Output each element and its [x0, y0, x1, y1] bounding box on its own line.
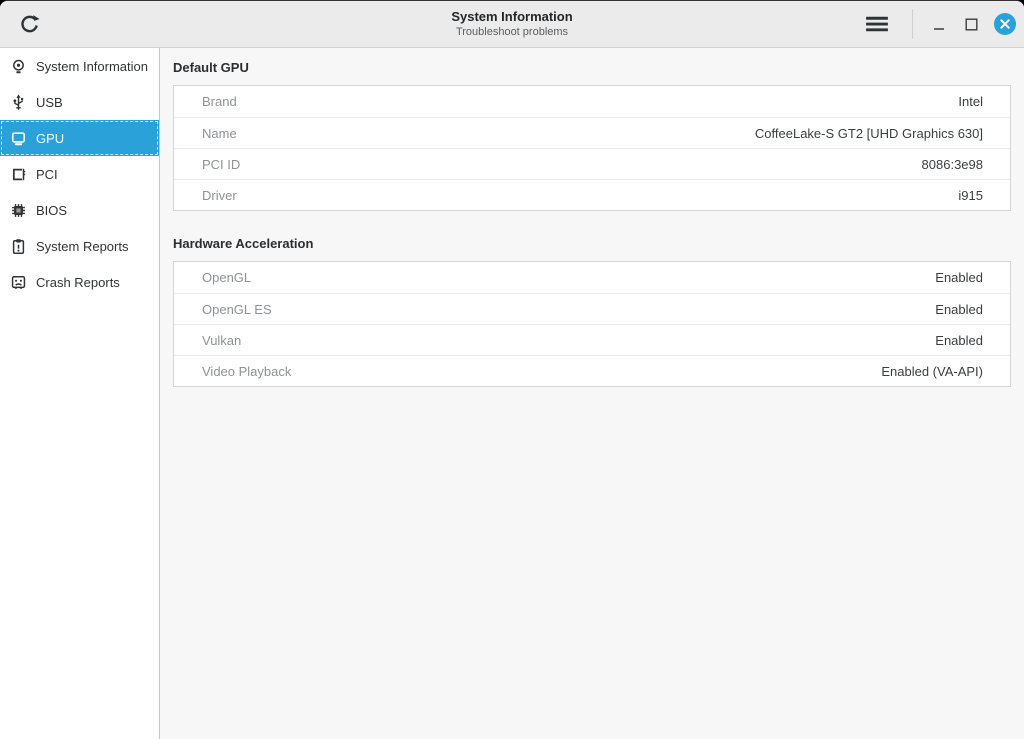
sidebar-item-system-information[interactable]: System Information	[0, 48, 159, 84]
sidebar-item-usb[interactable]: USB	[0, 84, 159, 120]
row-label: Brand	[202, 94, 237, 109]
window-subtitle: Troubleshoot problems	[451, 26, 572, 39]
menu-icon	[865, 14, 889, 34]
table-row: Vulkan Enabled	[174, 324, 1010, 355]
sidebar-item-pci[interactable]: PCI	[0, 156, 159, 192]
expansion-card-icon	[10, 166, 27, 183]
sidebar-item-gpu[interactable]: GPU	[0, 120, 159, 156]
row-value: Intel	[958, 94, 983, 109]
row-label: PCI ID	[202, 157, 240, 172]
row-value: Enabled	[935, 333, 983, 348]
header-separator	[912, 9, 913, 39]
sidebar-item-label: GPU	[36, 131, 64, 146]
sidebar-item-label: BIOS	[36, 203, 67, 218]
chip-icon	[10, 202, 27, 219]
row-label: Driver	[202, 188, 237, 203]
sidebar-item-crash-reports[interactable]: Crash Reports	[0, 264, 159, 300]
sidebar-item-label: Crash Reports	[36, 275, 120, 290]
table-row: Name CoffeeLake-S GT2 [UHD Graphics 630]	[174, 117, 1010, 148]
table-row: Brand Intel	[174, 86, 1010, 117]
row-value: 8086:3e98	[922, 157, 983, 172]
display-icon	[10, 130, 27, 147]
menu-button[interactable]	[862, 9, 892, 39]
row-value: Enabled (VA-API)	[881, 364, 983, 379]
crash-face-icon	[10, 274, 27, 291]
sidebar-item-label: PCI	[36, 167, 58, 182]
table-row: Video Playback Enabled (VA-API)	[174, 355, 1010, 386]
usb-icon	[10, 94, 27, 111]
row-label: OpenGL	[202, 270, 251, 285]
lightbulb-icon	[10, 58, 27, 75]
row-value: Enabled	[935, 302, 983, 317]
close-icon	[994, 13, 1016, 35]
main-content: Default GPU Brand Intel Name CoffeeLake-…	[160, 48, 1024, 739]
table-row: OpenGL ES Enabled	[174, 293, 1010, 324]
app-body: System Information USB GPU PCI BIOS Syst…	[0, 48, 1024, 739]
sidebar-item-system-reports[interactable]: System Reports	[0, 228, 159, 264]
row-label: Vulkan	[202, 333, 241, 348]
maximize-icon	[965, 18, 978, 31]
sidebar-item-label: USB	[36, 95, 63, 110]
row-value: Enabled	[935, 270, 983, 285]
window-title: System Information	[451, 9, 572, 25]
sidebar-item-label: System Information	[36, 59, 148, 74]
info-table: Brand Intel Name CoffeeLake-S GT2 [UHD G…	[173, 85, 1011, 211]
clipboard-report-icon	[10, 238, 27, 255]
app-window: System Information Troubleshoot problems	[0, 0, 1024, 739]
header-controls	[862, 1, 1017, 47]
table-row: OpenGL Enabled	[174, 262, 1010, 293]
info-section: Hardware Acceleration OpenGL Enabled Ope…	[173, 236, 1011, 387]
minimize-icon	[933, 16, 945, 32]
info-section: Default GPU Brand Intel Name CoffeeLake-…	[173, 60, 1011, 211]
close-button[interactable]	[993, 12, 1017, 36]
section-title: Hardware Acceleration	[173, 236, 1011, 251]
refresh-icon	[18, 13, 41, 36]
row-label: Name	[202, 126, 237, 141]
section-title: Default GPU	[173, 60, 1011, 75]
sidebar-item-label: System Reports	[36, 239, 128, 254]
sidebar: System Information USB GPU PCI BIOS Syst…	[0, 48, 160, 739]
row-label: Video Playback	[202, 364, 291, 379]
table-row: Driver i915	[174, 179, 1010, 210]
refresh-button[interactable]	[15, 10, 43, 38]
row-value: CoffeeLake-S GT2 [UHD Graphics 630]	[755, 126, 983, 141]
minimize-button[interactable]	[928, 12, 950, 36]
sidebar-item-bios[interactable]: BIOS	[0, 192, 159, 228]
info-table: OpenGL Enabled OpenGL ES Enabled Vulkan …	[173, 261, 1011, 387]
table-row: PCI ID 8086:3e98	[174, 148, 1010, 179]
maximize-button[interactable]	[960, 12, 982, 36]
headerbar: System Information Troubleshoot problems	[0, 1, 1024, 48]
row-value: i915	[958, 188, 983, 203]
header-titles: System Information Troubleshoot problems	[451, 9, 572, 39]
row-label: OpenGL ES	[202, 302, 272, 317]
